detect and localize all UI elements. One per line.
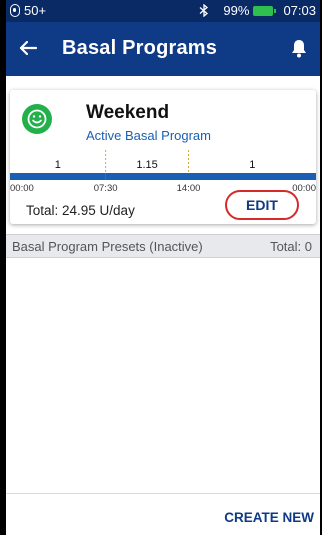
total-daily-dose: Total: 24.95 U/day — [26, 203, 135, 218]
active-program-card[interactable]: Weekend Active Basal Program 1 1.15 1 00:00… — [10, 90, 316, 224]
time-tick-label: 00:00 — [292, 183, 316, 194]
pod-indicator-text: 50+ — [24, 3, 47, 18]
time-tick-label: 00:00 — [10, 183, 34, 194]
status-left: 50+ — [10, 3, 46, 18]
create-new-button[interactable]: CREATE NEW — [224, 510, 314, 525]
basal-rate-label: 1.15 — [136, 159, 157, 171]
phone-screen: 50+ 99% 07:03 Basal Programs Weekend Act… — [6, 0, 320, 535]
pod-status-icon — [10, 4, 20, 17]
status-right: 99% 07:03 — [199, 3, 316, 18]
basal-segment-bar — [188, 173, 316, 180]
presets-label: Basal Program Presets (Inactive) — [12, 239, 203, 254]
basal-segment-bar — [105, 173, 189, 180]
edit-button[interactable]: EDIT — [225, 190, 299, 220]
program-status: Active Basal Program — [86, 128, 211, 143]
arrow-left-icon[interactable] — [16, 36, 40, 60]
page-title: Basal Programs — [62, 37, 218, 59]
status-bar: 50+ 99% 07:03 — [6, 0, 320, 22]
bell-icon[interactable] — [288, 37, 310, 59]
basal-segment-bar — [10, 173, 106, 180]
smiley-icon — [22, 104, 52, 134]
clock: 07:03 — [283, 3, 316, 18]
time-tick-label: 14:00 — [177, 183, 201, 194]
footer-divider — [6, 493, 320, 494]
presets-header: Basal Program Presets (Inactive) Total: … — [6, 234, 320, 258]
time-tick-label: 07:30 — [94, 183, 118, 194]
basal-rate-label: 1 — [249, 159, 255, 171]
bluetooth-icon — [199, 4, 209, 17]
battery-percent: 99% — [223, 3, 250, 18]
battery-icon — [253, 5, 277, 16]
basal-rate-label: 1 — [55, 159, 61, 171]
program-name: Weekend — [86, 102, 170, 123]
app-bar: Basal Programs — [6, 22, 320, 76]
presets-total: Total: 0 — [270, 239, 312, 254]
